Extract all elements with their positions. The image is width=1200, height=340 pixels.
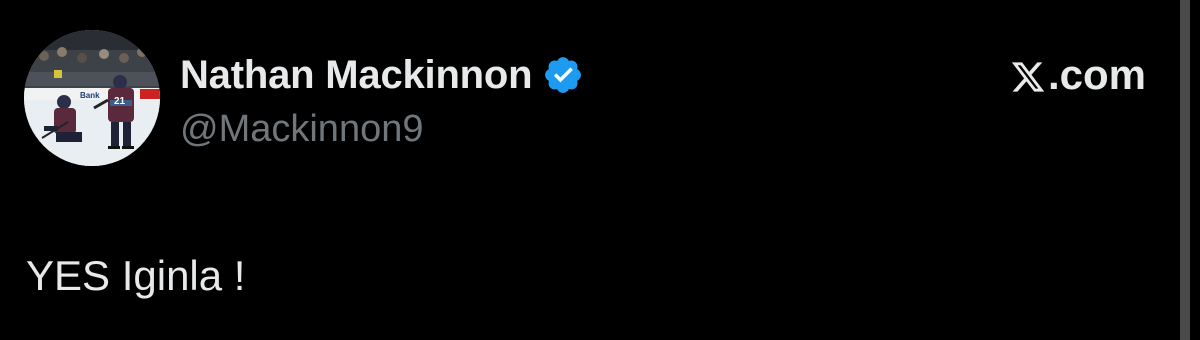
scrollbar[interactable]	[1180, 0, 1190, 340]
source-label-text: .com	[1047, 51, 1146, 98]
avatar-jersey-number: 21	[114, 96, 126, 107]
verified-badge-icon[interactable]	[542, 54, 584, 96]
source-label[interactable]: .com	[1010, 50, 1146, 100]
display-name[interactable]: Nathan Mackinnon	[180, 53, 533, 98]
handle[interactable]: @Mackinnon9	[180, 108, 423, 151]
avatar-ad-text: Bank	[80, 91, 100, 100]
tweet-text: YES Iginla !	[26, 252, 246, 299]
tweet-card: Bank 21 Nathan Mackinnon @Mackinnon9 .co…	[0, 0, 1200, 340]
avatar[interactable]: Bank 21	[24, 30, 160, 166]
display-name-row: Nathan Mackinnon	[180, 50, 584, 100]
avatar-photo: Bank 21	[24, 30, 160, 166]
x-logo-icon	[1010, 57, 1046, 93]
